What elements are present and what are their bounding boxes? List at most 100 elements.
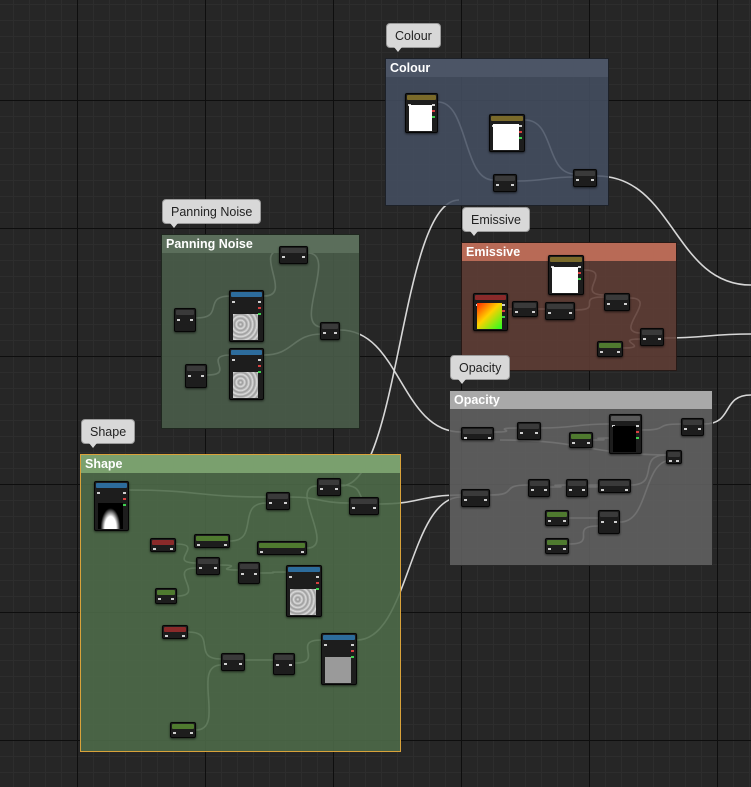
output-pin[interactable] — [258, 359, 261, 361]
output-pin[interactable] — [258, 365, 261, 367]
output-pin[interactable] — [316, 588, 319, 590]
material-node[interactable] — [229, 348, 264, 400]
material-node[interactable] — [548, 255, 584, 295]
output-pin[interactable] — [224, 544, 227, 546]
input-pin[interactable] — [352, 507, 355, 509]
input-pin[interactable] — [669, 460, 672, 462]
output-pin[interactable] — [488, 437, 491, 439]
output-pin[interactable] — [502, 310, 505, 312]
output-pin[interactable] — [582, 489, 585, 491]
material-node[interactable] — [666, 450, 682, 464]
input-pin[interactable] — [601, 489, 604, 491]
material-node[interactable] — [573, 169, 597, 187]
material-node[interactable] — [266, 492, 290, 510]
output-pin[interactable] — [563, 548, 566, 550]
output-pin[interactable] — [201, 375, 204, 377]
output-pin[interactable] — [316, 582, 319, 584]
output-pin[interactable] — [624, 303, 627, 305]
material-node[interactable] — [545, 538, 569, 554]
material-node[interactable] — [257, 541, 307, 555]
output-pin[interactable] — [578, 272, 581, 274]
output-pin[interactable] — [502, 304, 505, 306]
output-pin[interactable] — [171, 598, 174, 600]
output-pin[interactable] — [591, 179, 594, 181]
input-pin[interactable] — [324, 644, 327, 646]
input-pin[interactable] — [531, 489, 534, 491]
output-pin[interactable] — [432, 110, 435, 112]
input-pin[interactable] — [232, 359, 235, 361]
output-pin[interactable] — [569, 312, 572, 314]
input-pin[interactable] — [199, 567, 202, 569]
input-pin[interactable] — [153, 548, 156, 550]
material-node[interactable] — [150, 538, 176, 552]
output-pin[interactable] — [123, 504, 126, 506]
material-node[interactable] — [489, 114, 525, 152]
output-pin[interactable] — [432, 116, 435, 118]
input-pin[interactable] — [188, 375, 191, 377]
output-pin[interactable] — [535, 432, 538, 434]
output-pin[interactable] — [351, 644, 354, 646]
material-node[interactable] — [681, 418, 704, 436]
output-pin[interactable] — [544, 489, 547, 491]
input-pin[interactable] — [224, 663, 227, 665]
material-node[interactable] — [174, 308, 196, 332]
output-pin[interactable] — [123, 492, 126, 494]
output-pin[interactable] — [302, 256, 305, 258]
input-pin[interactable] — [197, 544, 200, 546]
input-pin[interactable] — [496, 184, 499, 186]
output-pin[interactable] — [289, 664, 292, 666]
output-pin[interactable] — [190, 732, 193, 734]
output-pin[interactable] — [502, 316, 505, 318]
output-pin[interactable] — [254, 573, 257, 575]
material-node[interactable] — [566, 479, 588, 497]
input-pin[interactable] — [572, 442, 575, 444]
output-pin[interactable] — [258, 371, 261, 373]
material-node[interactable] — [229, 290, 264, 342]
material-node[interactable] — [279, 246, 308, 264]
input-pin[interactable] — [260, 551, 263, 553]
material-node[interactable] — [461, 427, 494, 440]
output-pin[interactable] — [519, 137, 522, 139]
input-pin[interactable] — [282, 256, 285, 258]
input-pin[interactable] — [464, 437, 467, 439]
output-pin[interactable] — [617, 351, 620, 353]
output-pin[interactable] — [532, 311, 535, 313]
output-pin[interactable] — [301, 551, 304, 553]
input-pin[interactable] — [323, 332, 326, 334]
input-pin[interactable] — [607, 303, 610, 305]
comment-opacity[interactable]: Opacity — [449, 390, 713, 566]
output-pin[interactable] — [614, 521, 617, 523]
material-node[interactable] — [517, 422, 541, 440]
input-pin[interactable] — [232, 301, 235, 303]
material-node[interactable] — [597, 341, 623, 357]
output-pin[interactable] — [182, 635, 185, 637]
material-node[interactable] — [640, 328, 664, 346]
material-node[interactable] — [609, 414, 642, 454]
material-node[interactable] — [196, 557, 220, 575]
output-pin[interactable] — [335, 488, 338, 490]
output-pin[interactable] — [351, 650, 354, 652]
output-pin[interactable] — [698, 428, 701, 430]
input-pin[interactable] — [643, 338, 646, 340]
input-pin[interactable] — [276, 664, 279, 666]
output-pin[interactable] — [334, 332, 337, 334]
output-pin[interactable] — [284, 502, 287, 504]
material-node[interactable] — [185, 364, 207, 388]
material-node[interactable] — [221, 653, 245, 671]
material-node[interactable] — [545, 302, 575, 320]
output-pin[interactable] — [432, 104, 435, 106]
input-pin[interactable] — [569, 489, 572, 491]
input-pin[interactable] — [548, 520, 551, 522]
material-node[interactable] — [349, 497, 379, 515]
output-pin[interactable] — [587, 442, 590, 444]
output-pin[interactable] — [636, 437, 639, 439]
output-pin[interactable] — [676, 460, 679, 462]
input-pin[interactable] — [289, 576, 292, 578]
material-node[interactable] — [194, 534, 230, 548]
input-pin[interactable] — [158, 598, 161, 600]
input-pin[interactable] — [97, 492, 100, 494]
material-node[interactable] — [528, 479, 550, 497]
comment-bubble-opacity[interactable]: Opacity — [450, 355, 511, 384]
output-pin[interactable] — [239, 663, 242, 665]
material-node[interactable] — [317, 478, 341, 496]
